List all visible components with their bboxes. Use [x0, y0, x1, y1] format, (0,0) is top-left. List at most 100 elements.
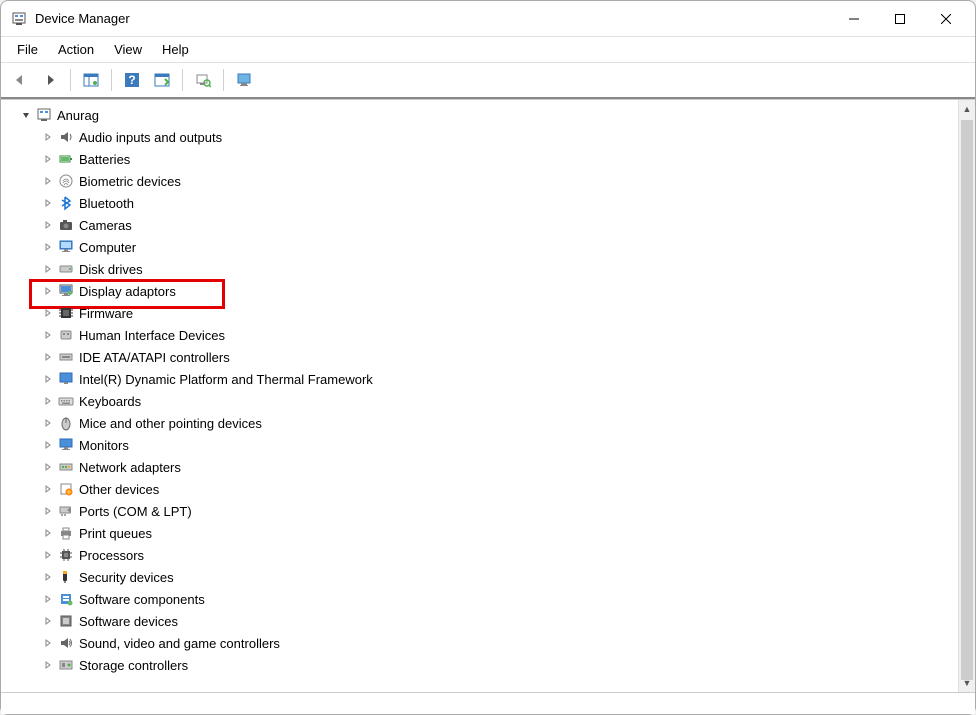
chevron-right-icon[interactable]	[41, 460, 55, 474]
tree-node-monitor[interactable]: Monitors	[5, 434, 958, 456]
chevron-right-icon[interactable]	[41, 152, 55, 166]
showhide-console-button[interactable]	[78, 67, 104, 93]
node-label: Print queues	[79, 526, 152, 541]
chevron-right-icon[interactable]	[41, 438, 55, 452]
tree-node-software[interactable]: Software components	[5, 588, 958, 610]
chevron-right-icon[interactable]	[41, 350, 55, 364]
computer-icon	[35, 106, 53, 124]
node-label: Bluetooth	[79, 196, 134, 211]
help-button[interactable]: ?	[119, 67, 145, 93]
chevron-right-icon[interactable]	[41, 526, 55, 540]
chevron-right-icon[interactable]	[41, 130, 55, 144]
scan-hardware-button[interactable]	[190, 67, 216, 93]
intel-icon	[57, 370, 75, 388]
expand-icon[interactable]	[19, 108, 33, 122]
tree-node-hid[interactable]: Human Interface Devices	[5, 324, 958, 346]
chevron-right-icon[interactable]	[41, 394, 55, 408]
tree-node-display[interactable]: Display adaptors	[5, 280, 958, 302]
tree-node-other[interactable]: ! Other devices	[5, 478, 958, 500]
close-button[interactable]	[923, 3, 969, 35]
tree-node-printer[interactable]: Print queues	[5, 522, 958, 544]
tree-node-biometric[interactable]: Biometric devices	[5, 170, 958, 192]
scroll-down-arrow[interactable]: ▼	[959, 674, 975, 692]
tree-node-ide[interactable]: IDE ATA/ATAPI controllers	[5, 346, 958, 368]
node-label: Computer	[79, 240, 136, 255]
chevron-right-icon[interactable]	[41, 284, 55, 298]
forward-button[interactable]	[37, 67, 63, 93]
node-label: Processors	[79, 548, 144, 563]
tree-node-firmware[interactable]: Firmware	[5, 302, 958, 324]
action-pane-button[interactable]	[149, 67, 175, 93]
node-label: Ports (COM & LPT)	[79, 504, 192, 519]
node-label: Storage controllers	[79, 658, 188, 673]
tree-node-softdev[interactable]: Software devices	[5, 610, 958, 632]
chevron-right-icon[interactable]	[41, 306, 55, 320]
chevron-right-icon[interactable]	[41, 504, 55, 518]
bluetooth-icon	[57, 194, 75, 212]
minimize-button[interactable]	[831, 3, 877, 35]
menu-view[interactable]: View	[104, 39, 152, 60]
chevron-right-icon[interactable]	[41, 636, 55, 650]
menu-help[interactable]: Help	[152, 39, 199, 60]
chevron-right-icon[interactable]	[41, 196, 55, 210]
ports-icon	[57, 502, 75, 520]
scroll-thumb[interactable]	[961, 120, 973, 680]
chevron-right-icon[interactable]	[41, 372, 55, 386]
mouse-icon	[57, 414, 75, 432]
tree-node-keyboard[interactable]: Keyboards	[5, 390, 958, 412]
chevron-right-icon[interactable]	[41, 592, 55, 606]
devices-button[interactable]	[231, 67, 257, 93]
menu-file[interactable]: File	[7, 39, 48, 60]
titlebar: Device Manager	[1, 1, 975, 37]
tree-node-security[interactable]: Security devices	[5, 566, 958, 588]
maximize-button[interactable]	[877, 3, 923, 35]
other-icon: !	[57, 480, 75, 498]
chevron-right-icon[interactable]	[41, 548, 55, 562]
tree-node-sound[interactable]: Sound, video and game controllers	[5, 632, 958, 654]
svg-text:!: !	[68, 491, 69, 497]
vertical-scrollbar[interactable]: ▲ ▼	[958, 100, 975, 692]
chevron-right-icon[interactable]	[41, 614, 55, 628]
tree-node-intel[interactable]: Intel(R) Dynamic Platform and Thermal Fr…	[5, 368, 958, 390]
root-node[interactable]: Anurag	[5, 104, 958, 126]
node-label: Other devices	[79, 482, 159, 497]
chevron-right-icon[interactable]	[41, 482, 55, 496]
node-label: Firmware	[79, 306, 133, 321]
node-label: Audio inputs and outputs	[79, 130, 222, 145]
tree-node-ports[interactable]: Ports (COM & LPT)	[5, 500, 958, 522]
tree-node-mouse[interactable]: Mice and other pointing devices	[5, 412, 958, 434]
tree-node-computer[interactable]: Computer	[5, 236, 958, 258]
scroll-up-arrow[interactable]: ▲	[959, 100, 975, 118]
back-button[interactable]	[7, 67, 33, 93]
app-icon	[11, 11, 27, 27]
chevron-right-icon[interactable]	[41, 240, 55, 254]
chevron-right-icon[interactable]	[41, 218, 55, 232]
chevron-right-icon[interactable]	[41, 174, 55, 188]
chevron-right-icon[interactable]	[41, 570, 55, 584]
toolbar-separator-2	[111, 69, 112, 91]
tree-node-battery[interactable]: Batteries	[5, 148, 958, 170]
monitor-icon	[57, 436, 75, 454]
tree-node-network[interactable]: Network adapters	[5, 456, 958, 478]
device-tree[interactable]: Anurag Audio inputs and outputs Batteries…	[1, 100, 958, 692]
tree-node-storage[interactable]: Storage controllers	[5, 654, 958, 676]
software-icon	[57, 590, 75, 608]
tree-node-audio[interactable]: Audio inputs and outputs	[5, 126, 958, 148]
tree-node-bluetooth[interactable]: Bluetooth	[5, 192, 958, 214]
tree-node-cpu[interactable]: Processors	[5, 544, 958, 566]
chevron-right-icon[interactable]	[41, 262, 55, 276]
node-label: Biometric devices	[79, 174, 181, 189]
tree-node-camera[interactable]: Cameras	[5, 214, 958, 236]
disk-icon	[57, 260, 75, 278]
window: Device Manager File Action View Help	[0, 0, 976, 715]
chevron-right-icon[interactable]	[41, 328, 55, 342]
firmware-icon	[57, 304, 75, 322]
node-label: Monitors	[79, 438, 129, 453]
menubar: File Action View Help	[1, 37, 975, 63]
node-label: IDE ATA/ATAPI controllers	[79, 350, 230, 365]
chevron-right-icon[interactable]	[41, 658, 55, 672]
storage-icon	[57, 656, 75, 674]
chevron-right-icon[interactable]	[41, 416, 55, 430]
tree-node-disk[interactable]: Disk drives	[5, 258, 958, 280]
menu-action[interactable]: Action	[48, 39, 104, 60]
